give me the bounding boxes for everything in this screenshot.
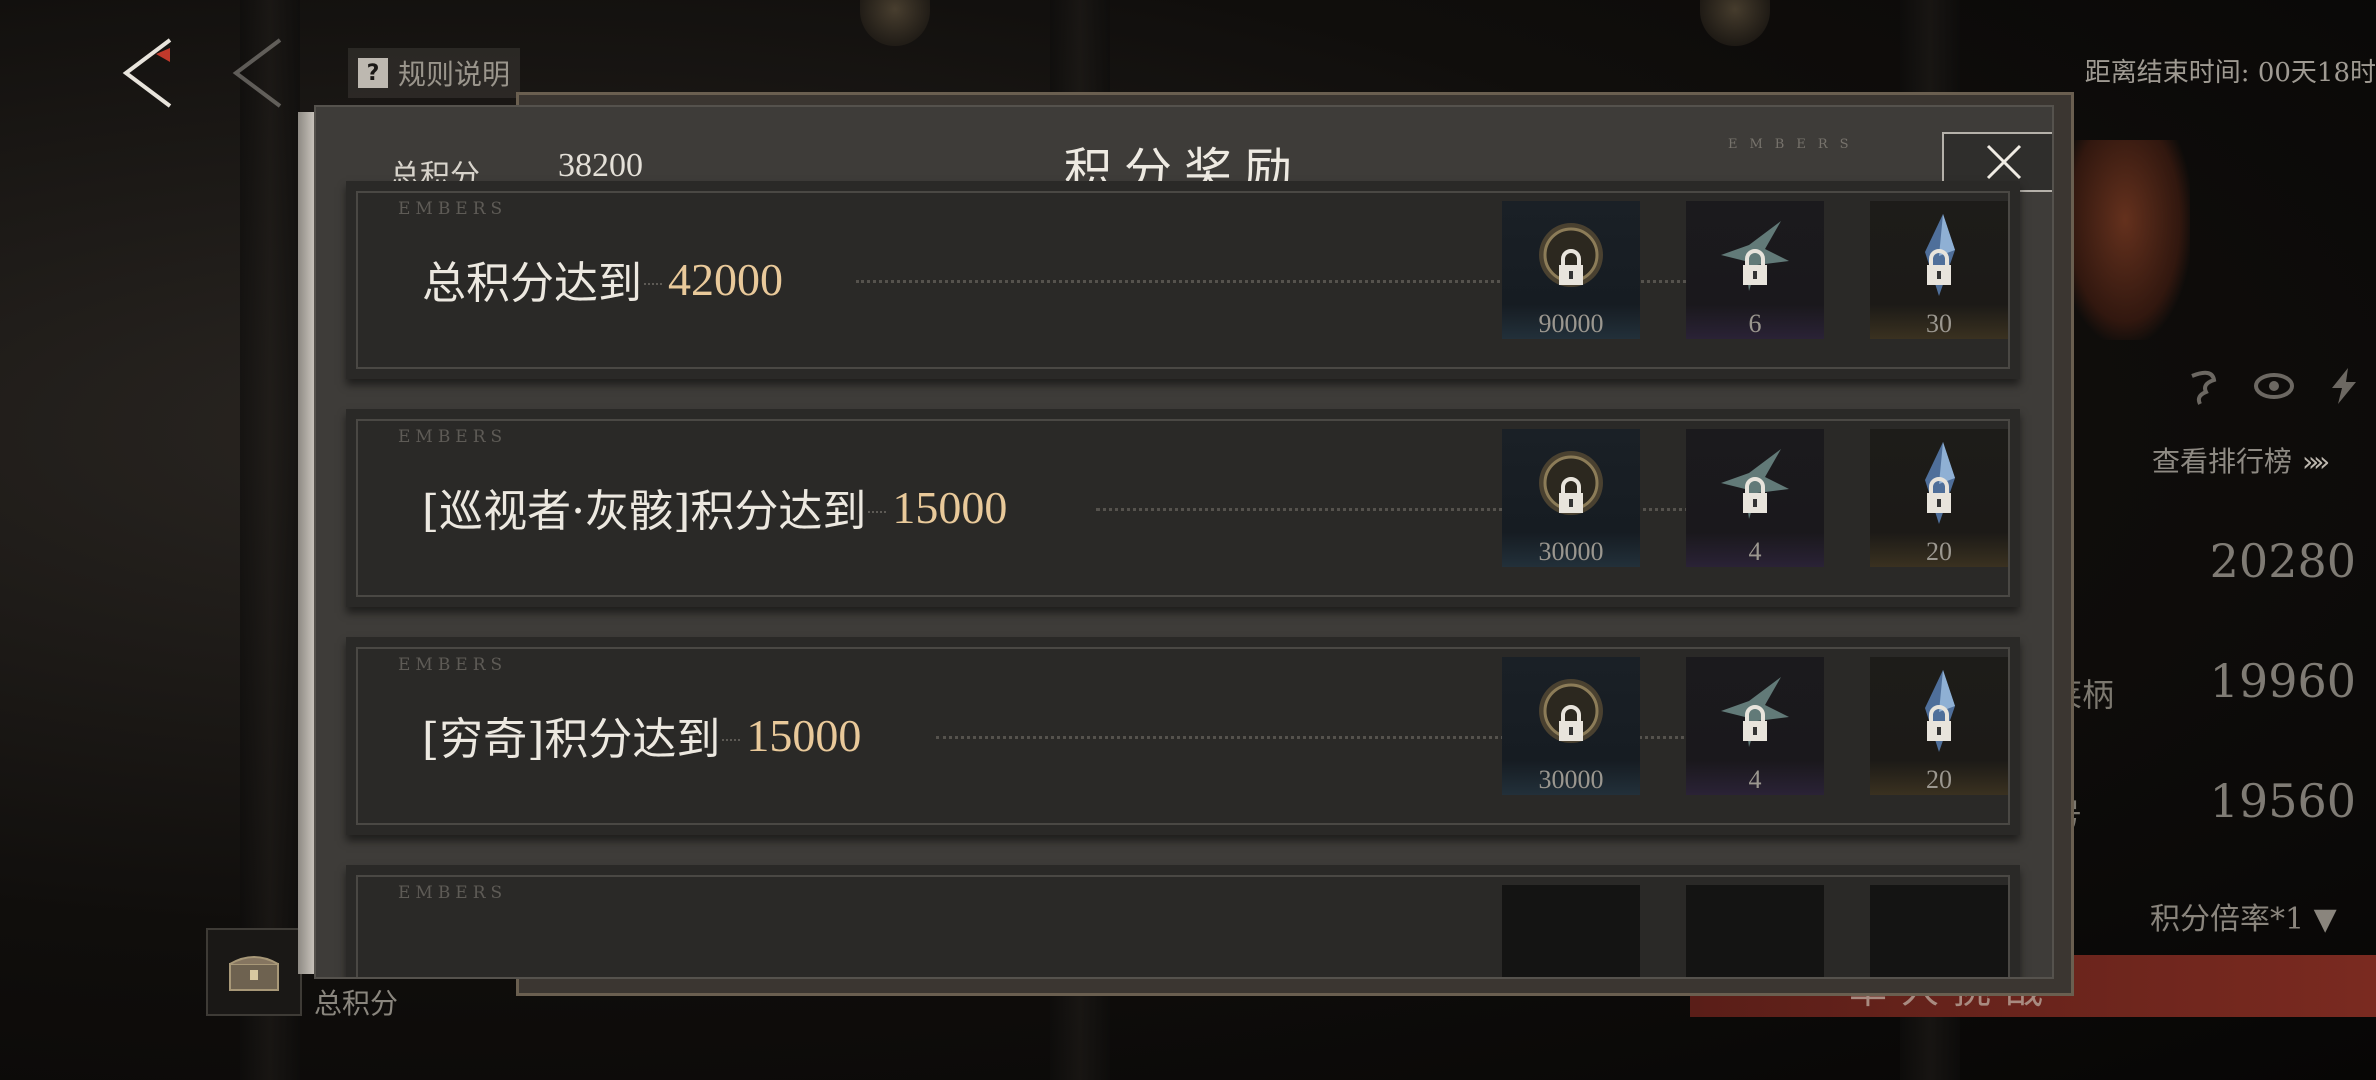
lock-icon (1927, 705, 1951, 741)
leaderboard-row: 莱柄 19960 (2050, 648, 2376, 728)
background-pillar (240, 0, 300, 1080)
leaderboard-row: 号 19560 (2050, 768, 2376, 848)
lock-icon (1927, 477, 1951, 513)
modal-edge-strip (298, 112, 314, 974)
background-lamp (860, 0, 930, 46)
tier-target-score: 15000 (868, 481, 1008, 533)
reward-item[interactable]: 30000 (1502, 429, 1640, 567)
lock-icon (1559, 477, 1583, 513)
embers-watermark: EMBERS (398, 427, 508, 447)
rules-label: 规则说明 (398, 58, 511, 91)
swirl-icon (2191, 370, 2217, 405)
lock-icon (1559, 705, 1583, 741)
question-icon: ? (358, 58, 388, 88)
tier-requirement: [巡视者·灰骸]积分达到 15000 (422, 475, 1007, 539)
score-multiplier-dropdown[interactable]: 积分倍率*1 ▼ (2150, 894, 2337, 938)
tier-target-score: 42000 (644, 253, 783, 305)
reward-quantity: 20 (1926, 765, 1952, 794)
reward-quantity: 4 (1748, 765, 1762, 794)
embers-watermark: EMBERS (398, 883, 508, 903)
reward-item[interactable]: 4 (1686, 429, 1824, 567)
view-leaderboard-link[interactable]: 查看排行榜 »» (2152, 440, 2330, 480)
tier-requirement: 总积分达到 42000 (422, 247, 783, 311)
reward-tier-card: EMBERS 总积分达到 42000 90000 6 30 (346, 181, 2020, 379)
tier-requirement: [穷奇]积分达到 15000 (422, 703, 861, 767)
tier-label: [穷奇]积分达到 (422, 714, 721, 765)
reward-quantity: 6 (1748, 309, 1762, 338)
close-icon (1986, 144, 2022, 180)
reward-chest-button[interactable] (206, 928, 302, 1016)
reward-item[interactable]: 90000 (1502, 201, 1640, 339)
background-lamp (1700, 0, 1770, 46)
reward-quantity: 90000 (1538, 309, 1604, 338)
back-arrow-icon (122, 38, 172, 108)
reward-tier-list[interactable]: EMBERS 总积分达到 42000 90000 6 30 EMBERS [巡视… (346, 181, 2026, 977)
leaderboard-row: 20280 (2050, 528, 2376, 608)
lightning-icon (2332, 368, 2356, 404)
character-art (2060, 140, 2190, 340)
double-chevron-icon: »» (2302, 445, 2330, 478)
leaderboard-score: 19560 (2209, 774, 2356, 828)
reward-quantity: 4 (1748, 537, 1762, 566)
reward-item[interactable]: 20 (1870, 429, 2008, 567)
tier-label: [巡视者·灰骸]积分达到 (422, 486, 867, 537)
side-icon-row (2182, 364, 2366, 408)
back-arrow-secondary-icon (228, 36, 290, 110)
reward-item[interactable]: 6 (1686, 201, 1824, 339)
reward-item[interactable]: 20 (1870, 657, 2008, 795)
reward-item[interactable] (1686, 885, 1824, 977)
score-rewards-dialog: 总积分 38200 积分奖励 EMBERS EMBERS 总积分达到 42000… (314, 105, 2054, 979)
reward-item[interactable] (1502, 885, 1640, 977)
reward-item[interactable]: 30000 (1502, 657, 1640, 795)
chest-icon (229, 956, 279, 991)
lock-icon (1743, 705, 1767, 741)
lock-icon (1559, 249, 1583, 285)
leaderboard-score: 19960 (2209, 654, 2356, 708)
view-leaderboard-label: 查看排行榜 (2152, 445, 2293, 478)
lock-icon (1743, 249, 1767, 285)
dotted-leader (856, 280, 1806, 283)
tier-label: 总积分达到 (422, 258, 642, 309)
reward-tier-card: EMBERS [穷奇]积分达到 15000 30000 4 20 (346, 637, 2020, 835)
reward-quantity: 30000 (1538, 765, 1604, 794)
embers-watermark: EMBERS (398, 199, 508, 219)
embers-watermark: EMBERS (398, 655, 508, 675)
reward-item[interactable] (1870, 885, 2008, 977)
reward-quantity: 30000 (1538, 537, 1604, 566)
reward-tier-card: EMBERS [巡视者·灰骸]积分达到 15000 30000 4 20 (346, 409, 2020, 607)
back-button[interactable] (118, 36, 180, 110)
embers-watermark: EMBERS (1728, 137, 1861, 152)
reward-quantity: 30 (1926, 309, 1952, 338)
lock-icon (1743, 477, 1767, 513)
dotted-leader (936, 736, 1816, 739)
reward-item[interactable]: 4 (1686, 657, 1824, 795)
lock-icon (1927, 249, 1951, 285)
leaderboard-score: 20280 (2209, 534, 2356, 588)
chest-label: 总积分 (314, 987, 399, 1020)
reward-quantity: 20 (1926, 537, 1952, 566)
eye-icon (2254, 373, 2294, 399)
rules-button[interactable]: ? 规则说明 (348, 48, 521, 98)
event-end-timer: 距离结束时间: 00天18时 (2084, 58, 2376, 88)
tier-target-score: 15000 (722, 709, 862, 761)
reward-item[interactable]: 30 (1870, 201, 2008, 339)
reward-tier-card: EMBERS (346, 865, 2020, 977)
